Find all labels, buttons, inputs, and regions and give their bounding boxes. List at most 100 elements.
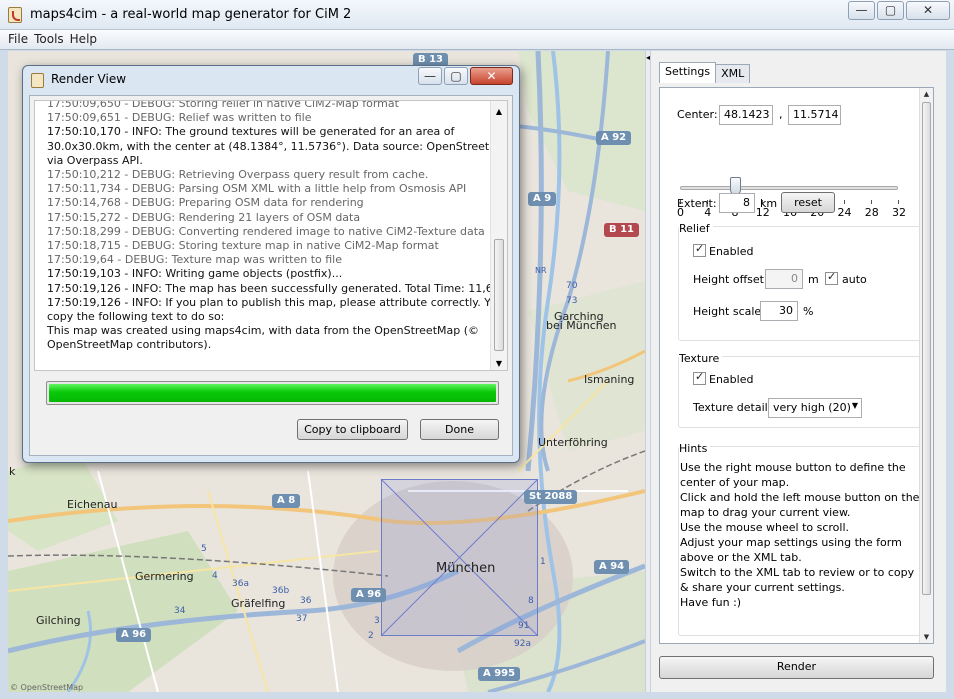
progress-bar bbox=[46, 381, 499, 405]
log-line: 17:50:19,126 - INFO: If you plan to publ… bbox=[47, 295, 508, 309]
map-number: 37 bbox=[296, 614, 308, 624]
hint-line: Click and hold the left mouse button on … bbox=[680, 491, 920, 504]
relief-title: Relief bbox=[679, 222, 713, 235]
scroll-up-icon[interactable]: ▲ bbox=[491, 107, 507, 116]
map-number: 3 bbox=[374, 616, 380, 626]
map-number: 1 bbox=[540, 557, 546, 567]
settings-scroll-thumb[interactable] bbox=[922, 102, 931, 595]
slider-tick-label: 32 bbox=[892, 206, 906, 219]
road-badge-a92: A 92 bbox=[596, 131, 632, 145]
app-icon bbox=[31, 73, 44, 88]
log-line: 17:50:14,768 - DEBUG: Preparing OSM data… bbox=[47, 196, 364, 210]
scroll-up-icon[interactable]: ▲ bbox=[920, 90, 933, 98]
center-lon-input[interactable]: 11.5714 bbox=[788, 105, 841, 125]
slider-tick bbox=[843, 200, 845, 204]
extent-slider-track[interactable] bbox=[680, 186, 898, 190]
log-line: This map was created using maps4cim, wit… bbox=[47, 324, 480, 338]
close-button[interactable]: ✕ bbox=[906, 1, 950, 20]
road-badge-a96: A 96 bbox=[351, 588, 387, 602]
menu-bar: File Tools Help bbox=[0, 30, 954, 50]
log-line: 17:50:19,126 - INFO: The map has been su… bbox=[47, 281, 508, 295]
map-label-bei-muenchen: bei München bbox=[546, 319, 617, 332]
log-line: 17:50:11,734 - DEBUG: Parsing OSM XML wi… bbox=[47, 182, 467, 196]
center-separator: , bbox=[779, 108, 783, 121]
slider-tick-label: 24 bbox=[837, 206, 852, 219]
log-line: 17:50:15,272 - DEBUG: Rendering 21 layer… bbox=[47, 210, 361, 224]
window-controls: — ▢ ✕ bbox=[846, 1, 950, 20]
menu-tools[interactable]: Tools bbox=[32, 30, 68, 46]
dialog-maximize-button[interactable]: ▢ bbox=[444, 67, 468, 85]
done-button[interactable]: Done bbox=[420, 419, 499, 440]
hint-line: Use the right mouse button to define the bbox=[680, 461, 906, 474]
map-number: 36a bbox=[232, 579, 249, 589]
hint-line: center of your map. bbox=[680, 476, 790, 489]
log-text: 17:50:09,650 - DEBUG: Storing relief in … bbox=[47, 100, 508, 353]
map-number: 36 bbox=[300, 596, 312, 606]
dialog-close-button[interactable]: ✕ bbox=[470, 67, 513, 85]
extent-input[interactable]: 8 bbox=[719, 193, 755, 213]
log-scroll-thumb[interactable] bbox=[494, 239, 504, 351]
hint-line: map to drag your current view. bbox=[680, 506, 851, 519]
dialog-minimize-button[interactable]: — bbox=[418, 67, 442, 85]
copy-to-clipboard-button[interactable]: Copy to clipboard bbox=[297, 419, 408, 440]
texture-enabled-checkbox[interactable] bbox=[693, 370, 706, 385]
center-lat-input[interactable]: 48.1423 bbox=[719, 105, 773, 125]
render-button[interactable]: Render bbox=[659, 656, 934, 679]
road-badge-st2088: St 2088 bbox=[524, 490, 578, 504]
map-label-gilching: Gilching bbox=[36, 614, 81, 627]
road-badge-a995: A 995 bbox=[478, 667, 521, 681]
log-scrollbar[interactable]: ▲ ▼ bbox=[490, 101, 507, 370]
maximize-icon: ▢ bbox=[450, 69, 462, 83]
hint-line: Use the mouse wheel to scroll. bbox=[680, 521, 850, 534]
close-icon: ✕ bbox=[922, 3, 934, 17]
height-scale-label: Height scale: bbox=[693, 305, 765, 318]
tab-settings[interactable]: Settings bbox=[659, 62, 717, 83]
relief-enabled-checkbox[interactable] bbox=[693, 242, 706, 257]
road-badge-a96: A 96 bbox=[116, 628, 152, 642]
log-area[interactable]: 17:50:09,650 - DEBUG: Storing relief in … bbox=[34, 100, 508, 371]
height-offset-input[interactable]: 0 bbox=[765, 269, 803, 289]
log-line: 17:50:19,103 - INFO: Writing game object… bbox=[47, 267, 343, 281]
texture-detail-label: Texture detail: bbox=[693, 401, 772, 414]
minimize-button[interactable]: — bbox=[848, 1, 875, 20]
tab-xml[interactable]: XML bbox=[715, 64, 751, 83]
scroll-down-icon[interactable]: ▼ bbox=[920, 633, 933, 641]
extent-unit: km bbox=[760, 197, 778, 210]
log-line: 17:50:09,650 - DEBUG: Storing relief in … bbox=[47, 100, 399, 110]
log-line: 17:50:18,715 - DEBUG: Storing texture ma… bbox=[47, 239, 439, 253]
relief-enabled-label: Enabled bbox=[709, 245, 754, 258]
map-number: 34 bbox=[174, 606, 186, 616]
road-badge-a94: A 94 bbox=[594, 560, 630, 574]
map-number: 5 bbox=[201, 544, 207, 554]
texture-enabled-label: Enabled bbox=[709, 373, 754, 386]
height-scale-input[interactable]: 30 bbox=[760, 301, 798, 321]
maximize-icon: ▢ bbox=[884, 3, 897, 17]
reset-button[interactable]: reset bbox=[781, 192, 835, 213]
hint-line: Switch to the XML tab to review or to co… bbox=[680, 566, 915, 579]
settings-tab-body: Center: 48.1423 , 11.5714 04812162024283… bbox=[659, 87, 934, 644]
auto-checkbox[interactable] bbox=[825, 270, 838, 285]
map-label-germering: Germering bbox=[135, 570, 194, 583]
map-number: NR bbox=[535, 266, 547, 275]
scroll-down-icon[interactable]: ▼ bbox=[491, 359, 507, 368]
maximize-button[interactable]: ▢ bbox=[877, 1, 904, 20]
map-number: 4 bbox=[212, 571, 218, 581]
map-number: 70 bbox=[566, 281, 578, 291]
slider-tick-label: 28 bbox=[864, 206, 879, 219]
settings-scrollbar[interactable]: ▲ ▼ bbox=[919, 88, 933, 643]
texture-detail-select[interactable]: very high (20) ▼ bbox=[768, 398, 862, 418]
map-label-eichenau: Eichenau bbox=[67, 498, 118, 511]
minimize-icon: — bbox=[424, 69, 436, 83]
road-badge-a9: A 9 bbox=[528, 192, 557, 206]
height-offset-label: Height offset: bbox=[693, 273, 768, 286]
menu-help[interactable]: Help bbox=[68, 30, 101, 46]
auto-label: auto bbox=[842, 273, 867, 286]
hint-line: Have fun :) bbox=[680, 596, 742, 609]
map-label-graefelfing: Gräfelfing bbox=[231, 597, 286, 610]
dialog-content: 17:50:09,650 - DEBUG: Storing relief in … bbox=[29, 95, 513, 456]
map-number: 36b bbox=[272, 586, 290, 596]
menu-file[interactable]: File bbox=[0, 30, 32, 46]
chevron-down-icon: ▼ bbox=[851, 401, 858, 410]
slider-tick bbox=[870, 200, 872, 204]
map-number: 8 bbox=[528, 596, 534, 606]
